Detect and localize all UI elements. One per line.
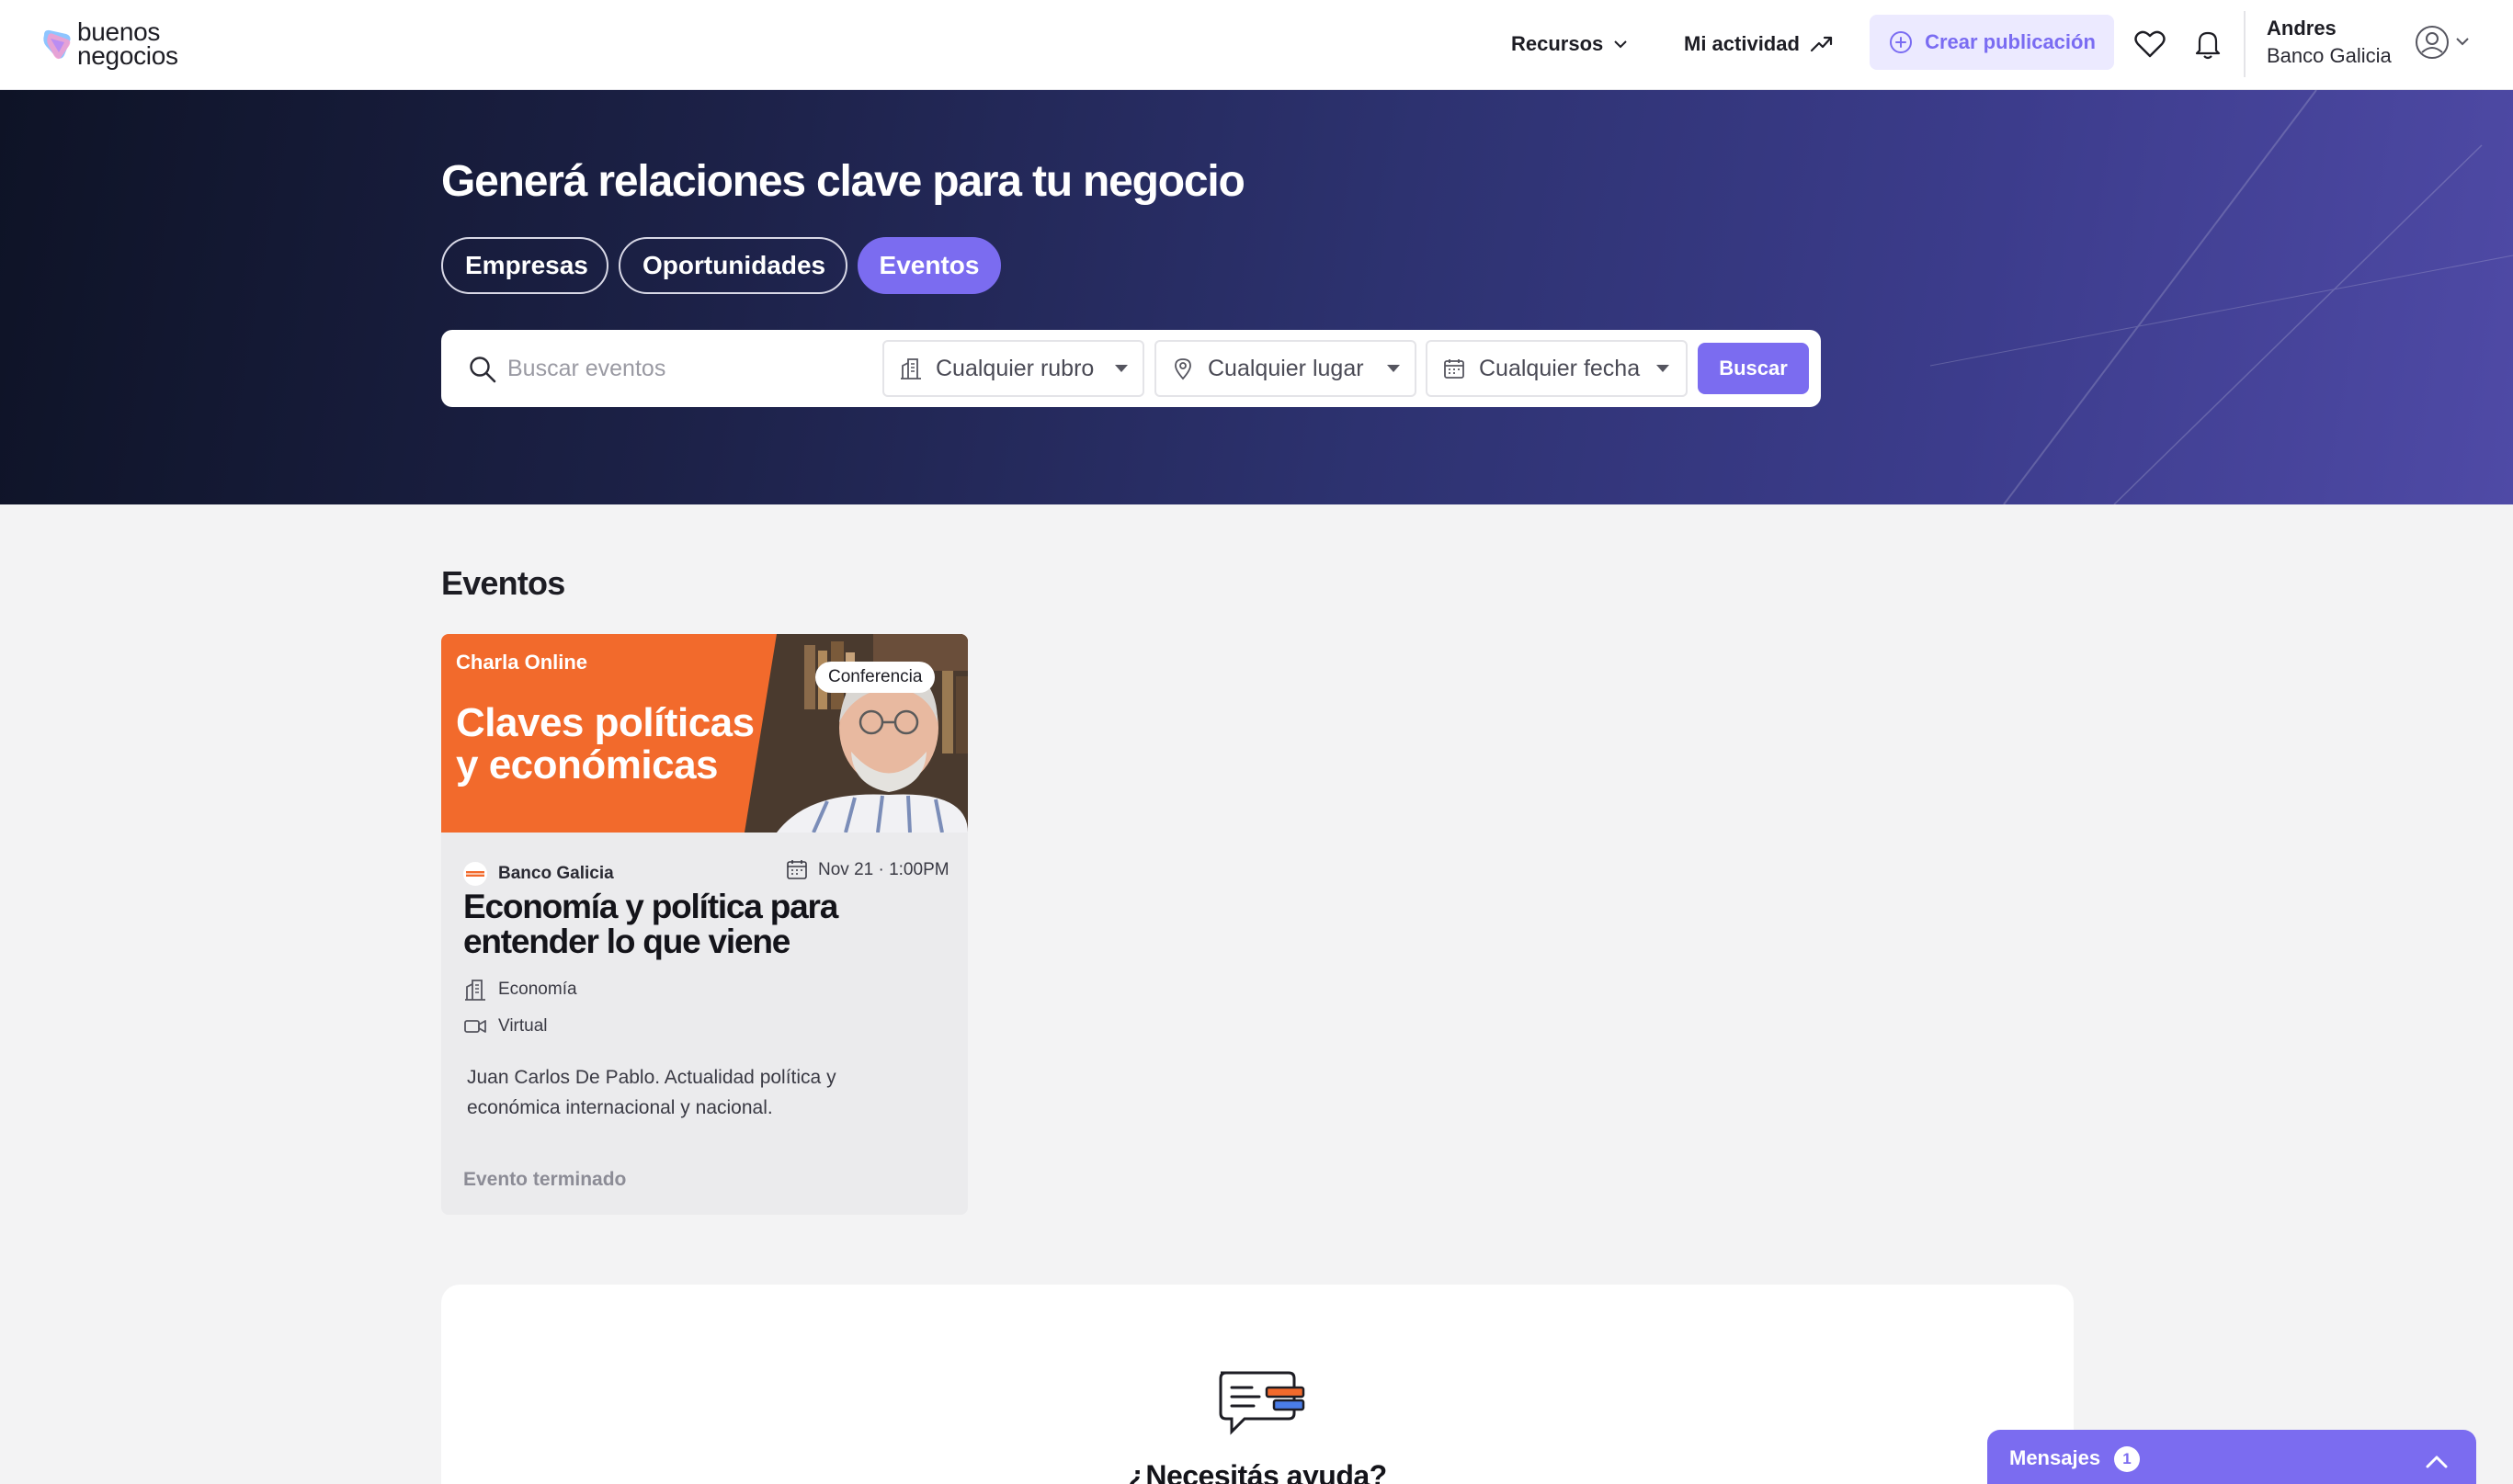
hero-decoration — [1930, 90, 2513, 504]
user-avatar-icon — [2416, 26, 2449, 59]
chevron-up-icon — [2426, 1456, 2448, 1468]
tab-eventos[interactable]: Eventos — [858, 237, 1001, 294]
location-pin-icon — [1175, 358, 1191, 380]
filter-lugar[interactable]: Cualquier lugar — [1154, 340, 1416, 397]
hero-title: Generá relaciones clave para tu negocio — [441, 157, 1245, 206]
tab-empresas[interactable]: Empresas — [441, 237, 608, 294]
logo[interactable]: buenos negocios — [42, 19, 199, 70]
user-menu[interactable]: Andres Banco Galicia — [2267, 15, 2487, 74]
event-sector: Economía — [463, 978, 577, 1002]
logo-mark-icon — [43, 29, 71, 60]
search-bar: Cualquier rubro Cualquier lugar Cualquie… — [441, 330, 1821, 407]
building-icon — [901, 358, 921, 379]
filter-fecha-value: Cualquier fecha — [1479, 355, 1641, 381]
caret-down-icon — [1115, 365, 1128, 372]
organizer-name: Banco Galicia — [498, 864, 614, 883]
section-title: Eventos — [441, 564, 565, 602]
nav-recursos-label: Recursos — [1511, 32, 1604, 55]
event-status: Evento terminado — [463, 1169, 627, 1190]
chevron-down-icon — [2456, 38, 2469, 46]
nav-actividad-label: Mi actividad — [1684, 32, 1800, 55]
filter-fecha[interactable]: Cualquier fecha — [1426, 340, 1688, 397]
chevron-down-icon — [1614, 40, 1627, 49]
trending-up-icon — [1810, 36, 1833, 52]
filter-rubro[interactable]: Cualquier rubro — [882, 340, 1144, 397]
favorites-button[interactable] — [2130, 24, 2170, 64]
event-date: Nov 21 · 1:00PM — [818, 860, 949, 879]
video-camera-icon — [464, 1020, 486, 1033]
event-description: Juan Carlos De Pablo. Actualidad polític… — [467, 1067, 836, 1118]
nav-mi-actividad[interactable]: Mi actividad — [1684, 26, 1835, 62]
building-icon — [465, 980, 485, 1001]
top-navbar: buenos negocios Recursos Mi actividad Cr… — [0, 0, 2513, 90]
filter-rubro-value: Cualquier rubro — [936, 355, 1095, 381]
nav-recursos[interactable]: Recursos — [1511, 26, 1629, 62]
event-card[interactable]: Charla Online Claves políticas y económi… — [441, 634, 968, 1215]
logo-line-2: negocios — [77, 41, 178, 70]
plus-circle-icon — [1890, 31, 1913, 53]
banner-headline: Claves políticas y económicas — [456, 700, 755, 787]
event-sector-label: Economía — [498, 980, 577, 999]
banner-kicker: Charla Online — [456, 651, 588, 674]
user-name: Andres — [2267, 17, 2337, 40]
event-banner-image: Charla Online Claves políticas y económi… — [441, 634, 968, 833]
create-post-button[interactable]: Crear publicación — [1870, 15, 2114, 70]
hero-banner: Generá relaciones clave para tu negocio … — [0, 90, 2513, 504]
chat-support-icon — [1219, 1371, 1305, 1435]
calendar-icon — [787, 860, 807, 879]
heart-icon — [2134, 30, 2166, 58]
bell-icon — [2195, 31, 2221, 60]
tab-oportunidades[interactable]: Oportunidades — [619, 237, 847, 294]
logo-text: buenos negocios — [77, 19, 178, 70]
event-title: Economía y política para entender lo que… — [463, 888, 838, 960]
create-post-label: Crear publicación — [1925, 30, 2096, 53]
messages-count-badge: 1 — [2114, 1446, 2140, 1472]
event-type-badge: Conferencia — [815, 662, 936, 693]
search-icon — [470, 357, 496, 383]
search-input[interactable] — [507, 350, 857, 387]
messages-panel-toggle[interactable]: Mensajes 1 — [1987, 1430, 2476, 1484]
calendar-icon — [1444, 359, 1464, 379]
organizer-logo — [463, 862, 487, 886]
galicia-logo-icon — [466, 871, 484, 877]
event-mode: Virtual — [463, 1014, 548, 1038]
messages-label: Mensajes — [2009, 1446, 2101, 1469]
user-company: Banco Galicia — [2267, 44, 2392, 67]
search-button[interactable]: Buscar — [1698, 343, 1809, 394]
caret-down-icon — [1387, 365, 1400, 372]
filter-lugar-value: Cualquier lugar — [1208, 355, 1364, 381]
help-title: ¿Necesitás ayuda? — [1128, 1459, 1387, 1484]
caret-down-icon — [1656, 365, 1670, 372]
help-card: ¿Necesitás ayuda? — [441, 1285, 2074, 1484]
header-divider — [2244, 11, 2246, 77]
event-mode-label: Virtual — [498, 1016, 548, 1036]
notifications-button[interactable] — [2188, 24, 2228, 64]
